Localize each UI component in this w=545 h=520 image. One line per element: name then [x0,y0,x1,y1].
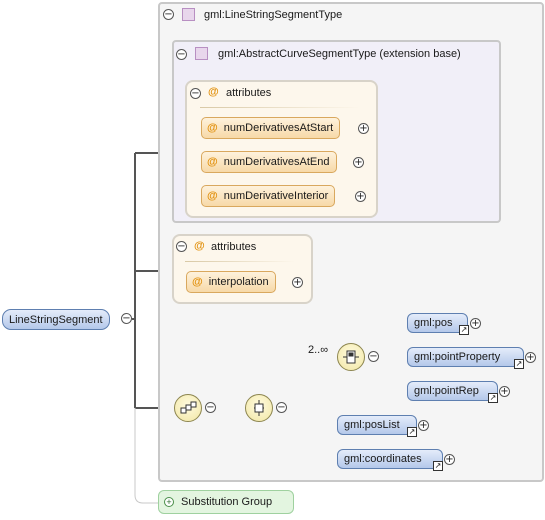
element-label: gml:pos [414,317,453,329]
attribute-numDerivativesAtEnd[interactable]: @ numDerivativesAtEnd [201,151,337,173]
attributes-divider [200,107,360,108]
attribute-at-icon: @ [207,156,218,168]
base-panel-label: gml:AbstractCurveSegmentType (extension … [218,48,461,60]
attribute-interpolation[interactable]: @ interpolation [186,271,276,293]
collapse-sequence-toggle[interactable]: − [205,402,216,413]
attributes-divider [185,261,295,262]
expand-interpolation-toggle[interactable]: + [292,277,303,288]
reference-arrow-icon: ↗ [488,393,498,403]
element-gml-posList[interactable]: gml:posList [337,415,417,435]
collapse-base-attributes-toggle[interactable]: − [190,88,201,99]
reference-arrow-icon: ↗ [459,325,469,335]
attribute-label: interpolation [208,276,269,288]
own-attributes-label: attributes [211,241,257,253]
element-gml-pointProperty[interactable]: gml:pointProperty [407,347,524,367]
element-gml-pointRep[interactable]: gml:pointRep [407,381,498,401]
expand-gml-pos-toggle[interactable]: + [470,318,481,329]
attribute-numDerivativesAtStart[interactable]: @ numDerivativesAtStart [201,117,341,139]
attribute-at-icon: @ [207,122,218,134]
reference-arrow-icon: ↗ [433,461,443,471]
substitution-group[interactable]: + Substitution Group [158,490,294,514]
choice-glyph-icon [343,350,359,364]
reference-arrow-icon: ↗ [514,359,524,369]
attribute-label: numDerivativesAtStart [223,122,334,134]
expand-numDerivativeInterior-toggle[interactable]: + [355,191,366,202]
element-label: gml:coordinates [344,453,422,465]
collapse-base-toggle[interactable]: − [176,49,187,60]
attribute-at-icon: @ [208,86,219,98]
reference-arrow-icon: ↗ [407,427,417,437]
expand-substitution-group-icon[interactable]: + [164,497,174,507]
expand-gml-pointProperty-toggle[interactable]: + [525,352,536,363]
expand-gml-coordinates-toggle[interactable]: + [444,454,455,465]
collapse-root-toggle[interactable]: − [121,313,132,324]
substitution-group-label: Substitution Group [181,496,273,508]
sequence-glyph-icon [180,401,197,414]
attribute-label: numDerivativeInterior [223,190,329,202]
element-label: gml:pointProperty [414,351,501,363]
sequence-compositor-icon[interactable] [174,394,202,422]
attribute-numDerivativeInterior[interactable]: @ numDerivativeInterior [201,185,336,207]
attribute-at-icon: @ [207,190,218,202]
attribute-at-icon: @ [194,240,205,252]
collapse-own-attributes-toggle[interactable]: − [176,241,187,252]
collapse-inner-sequence-toggle[interactable]: − [276,402,287,413]
type-panel-label: gml:LineStringSegmentType [204,9,343,21]
expand-gml-posList-toggle[interactable]: + [418,420,429,431]
choice-compositor-icon[interactable] [337,343,365,371]
base-attributes-label: attributes [226,87,272,99]
expand-numDerivativesAtEnd-toggle[interactable]: + [353,157,364,168]
complex-type-icon [182,8,195,21]
element-label: gml:pointRep [414,385,479,397]
element-label: gml:posList [344,419,400,431]
inner-sequence-compositor-icon[interactable] [245,394,273,422]
base-type-icon [195,47,208,60]
collapse-type-toggle[interactable]: − [163,9,174,20]
element-gml-coordinates[interactable]: gml:coordinates [337,449,443,469]
expand-gml-pointRep-toggle[interactable]: + [499,386,510,397]
multiplicity-label: 2..∞ [308,344,329,356]
attribute-at-icon: @ [192,276,203,288]
root-element-LineStringSegment[interactable]: LineStringSegment [2,309,110,330]
sequence-glyph-icon [254,400,264,416]
expand-numDerivativesAtStart-toggle[interactable]: + [358,123,369,134]
root-element-label: LineStringSegment [9,313,103,326]
attribute-label: numDerivativesAtEnd [223,156,330,168]
collapse-choice-toggle[interactable]: − [368,351,379,362]
